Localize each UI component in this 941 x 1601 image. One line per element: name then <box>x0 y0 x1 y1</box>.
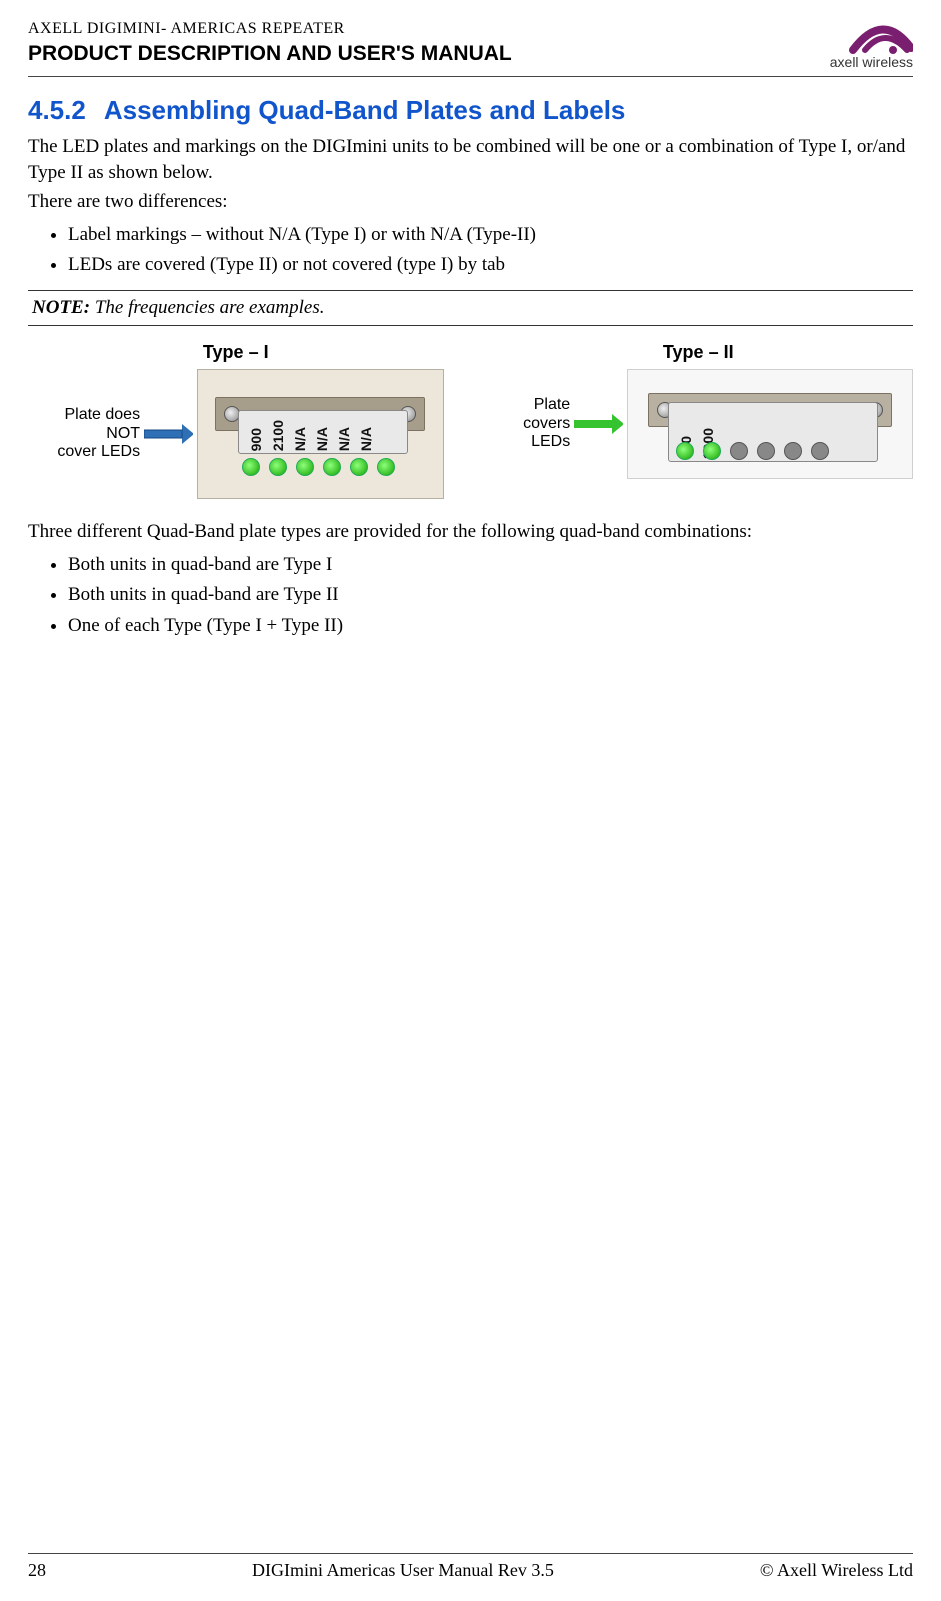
led-blank-icon <box>730 442 748 460</box>
combos-lead: Three different Quad-Band plate types ar… <box>28 519 913 545</box>
diff-bullet: LEDs are covered (Type II) or not covere… <box>68 251 913 280</box>
freq-label: 2100 <box>270 420 286 451</box>
manual-title: PRODUCT DESCRIPTION AND USER'S MANUAL <box>28 42 763 66</box>
brand-logo: axell wireless <box>763 20 913 70</box>
freq-label: N/A <box>292 427 308 451</box>
led-green-icon <box>242 458 260 476</box>
led-blank-icon <box>811 442 829 460</box>
wifi-arc-icon <box>793 20 913 56</box>
freq-label: 900 <box>248 428 264 451</box>
intro-paragraph: The LED plates and markings on the DIGIm… <box>28 134 913 185</box>
freq-label: N/A <box>336 427 352 451</box>
led-blank-icon <box>784 442 802 460</box>
footer-copyright: © Axell Wireless Ltd <box>760 1560 913 1581</box>
type1-caption-line2: cover LEDs <box>28 443 140 461</box>
type2-panel: 850 1900 <box>627 369 913 479</box>
freq-label: N/A <box>314 427 330 451</box>
type2-title: Type – II <box>663 342 734 363</box>
type1-title: Type – I <box>203 342 269 363</box>
led-green-icon <box>269 458 287 476</box>
led-green-icon <box>350 458 368 476</box>
brand-name: axell wireless <box>763 54 913 70</box>
type2-caption-line1: Plate covers <box>484 396 571 433</box>
led-green-icon <box>296 458 314 476</box>
arrow-right-icon <box>144 422 193 446</box>
product-line: AXELL DIGIMINI- AMERICAS REPEATER <box>28 20 763 38</box>
footer-center-text: DIGImini Americas User Manual Rev 3.5 <box>252 1560 554 1581</box>
type1-caption-line1: Plate does NOT <box>28 406 140 443</box>
freq-label: N/A <box>358 427 374 451</box>
type1-panel: 900 2100 N/A N/A N/A N/A <box>197 369 443 499</box>
led-green-icon <box>703 442 721 460</box>
type1-label-plate: 900 2100 N/A N/A N/A N/A <box>238 410 408 454</box>
differences-lead: There are two differences: <box>28 189 913 215</box>
led-green-icon <box>323 458 341 476</box>
section-title: Assembling Quad-Band Plates and Labels <box>104 95 626 125</box>
note-label: NOTE: <box>32 297 90 318</box>
section-heading: 4.5.2 Assembling Quad-Band Plates and Lab… <box>28 95 913 126</box>
led-green-icon <box>377 458 395 476</box>
header-divider <box>28 76 913 77</box>
section-number: 4.5.2 <box>28 95 86 126</box>
note-text: The frequencies are examples. <box>95 297 325 318</box>
combo-bullet: Both units in quad-band are Type II <box>68 581 913 610</box>
led-green-icon <box>676 442 694 460</box>
led-blank-icon <box>757 442 775 460</box>
combo-bullet: Both units in quad-band are Type I <box>68 551 913 580</box>
footer-page-number: 28 <box>28 1560 46 1581</box>
diff-bullet: Label markings – without N/A (Type I) or… <box>68 221 913 250</box>
type2-caption-line2: LEDs <box>484 433 571 451</box>
combo-bullet: One of each Type (Type I + Type II) <box>68 612 913 641</box>
arrow-right-icon <box>574 412 623 436</box>
note-box: NOTE: The frequencies are examples. <box>28 290 913 326</box>
